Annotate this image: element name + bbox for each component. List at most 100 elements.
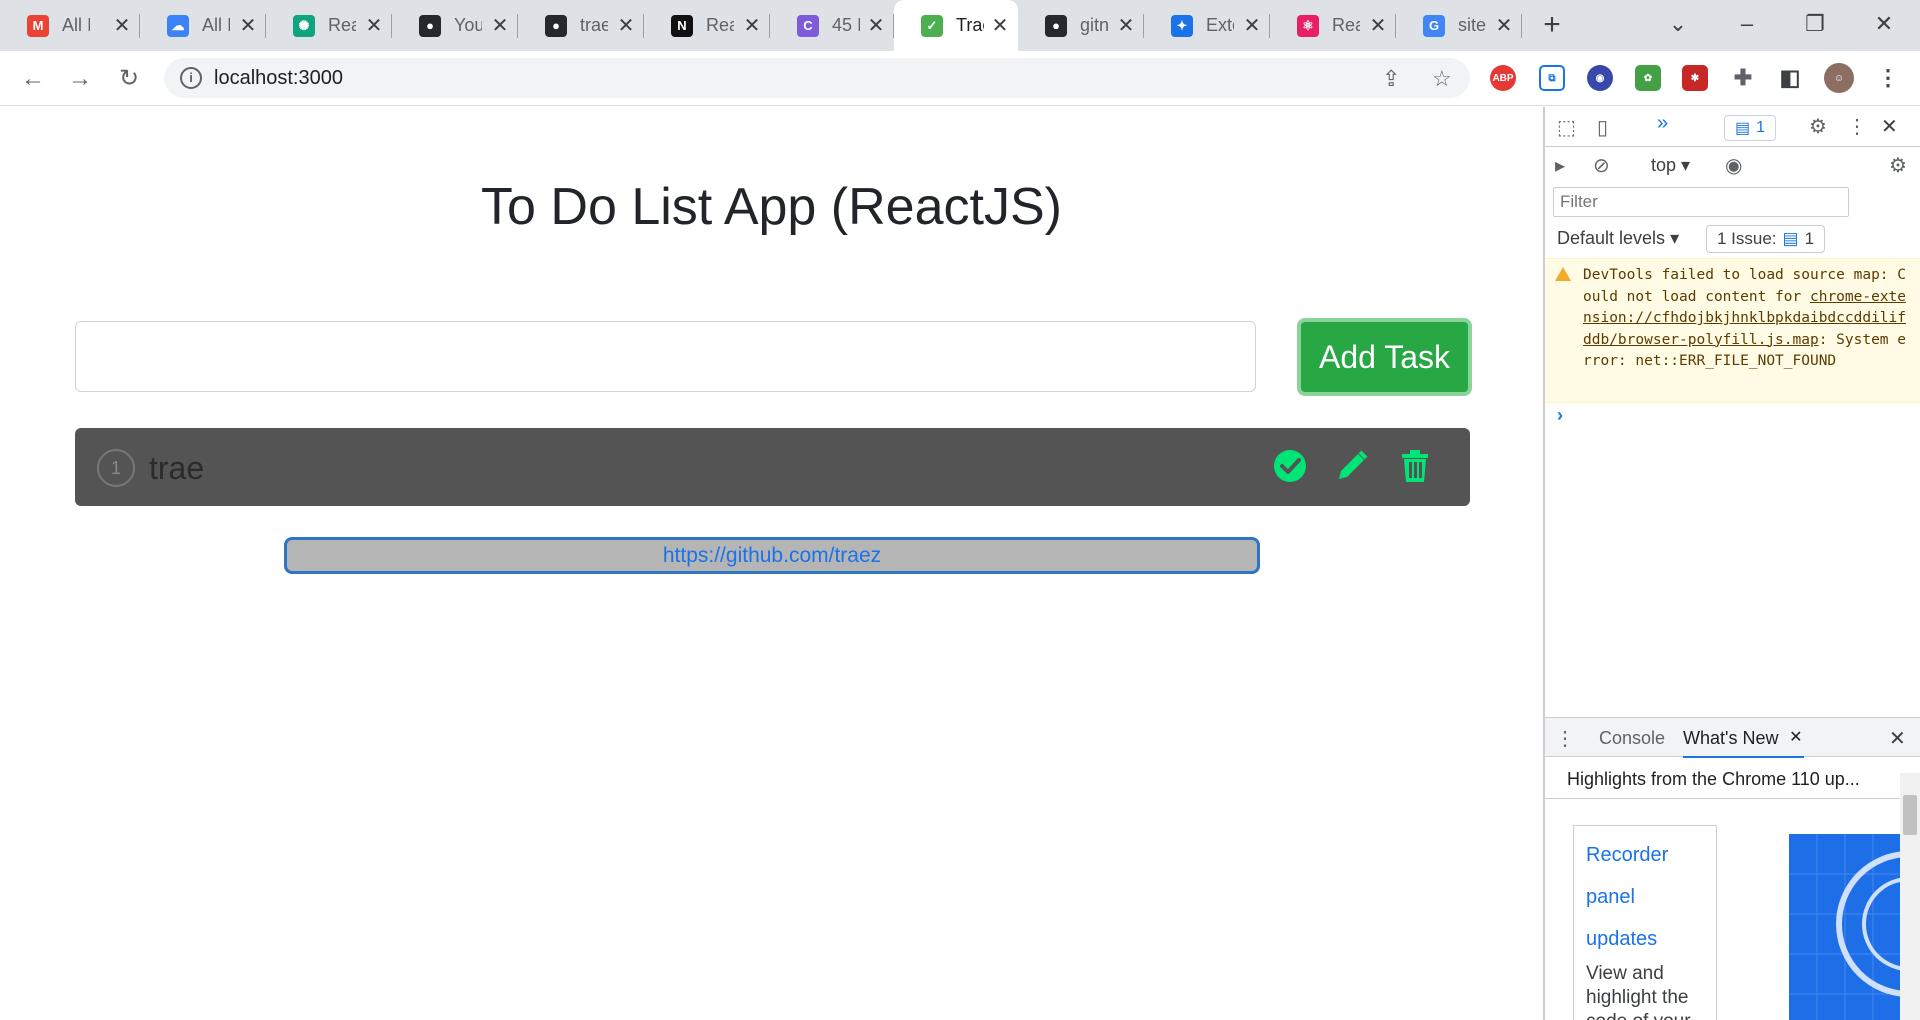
log-levels-dropdown[interactable]: Default levels ▾ (1557, 228, 1679, 249)
task-input[interactable] (75, 321, 1256, 392)
tab-search-icon[interactable]: ⌄ (1658, 6, 1698, 42)
browser-tab-label: Trac (956, 15, 984, 35)
share-icon[interactable]: ⇪ (1382, 66, 1400, 92)
add-task-button[interactable]: Add Task (1297, 318, 1472, 396)
drawer-menu-icon[interactable]: ⋮ (1555, 726, 1575, 751)
cloud-icon: ☁ (167, 14, 189, 37)
forward-icon[interactable]: → (63, 62, 97, 96)
close-tab-icon[interactable]: ✕ (1789, 718, 1802, 758)
reload-icon[interactable]: ↻ (112, 62, 146, 96)
settings-gear-icon[interactable]: ⚙ (1809, 114, 1827, 139)
browser-tab[interactable]: Gsite ✕ (1396, 0, 1522, 51)
console-filter-input[interactable] (1553, 187, 1849, 217)
console-warning-message: DevTools failed to load source map: Coul… (1545, 258, 1920, 403)
browser-tab-label: site (1458, 15, 1486, 35)
browser-tab[interactable]: ✓ Trac ✕ (894, 0, 1018, 51)
close-tab-icon[interactable]: ✕ (1368, 13, 1388, 38)
delete-trash-icon[interactable] (1397, 448, 1433, 484)
new-tab-button[interactable]: + (1534, 8, 1570, 44)
whats-new-scrollbar[interactable] (1900, 773, 1920, 1020)
url-text[interactable]: localhost:3000 (214, 67, 343, 90)
browser-tab[interactable]: ● You ✕ (392, 0, 518, 51)
close-tab-icon[interactable]: ✕ (1116, 13, 1136, 38)
devtools-menu-icon[interactable]: ⋮ (1847, 114, 1867, 139)
restore-button[interactable]: ❐ (1795, 6, 1835, 42)
feature-link-recorder[interactable]: Recorder (1586, 834, 1704, 876)
close-window-button[interactable]: ✕ (1864, 6, 1904, 42)
close-devtools-icon[interactable]: ✕ (1881, 114, 1898, 139)
tab-strip: M All I ✕ ☁ All I ✕ ✺ Rea ✕ ● You ✕ ● trae ✕ N Rea ✕ C 45 I… (0, 0, 1920, 51)
bookmark-star-icon[interactable]: ☆ (1432, 66, 1452, 92)
app-page: To Do List App (ReactJS) Add Task 1 trae… (0, 107, 1543, 1020)
live-expression-eye-icon[interactable]: ◉ (1725, 153, 1742, 178)
close-tab-icon[interactable]: ✕ (112, 13, 132, 38)
tab-separator (1521, 14, 1522, 38)
close-tab-icon[interactable]: ✕ (490, 13, 510, 38)
close-tab-icon[interactable]: ✕ (238, 13, 258, 38)
task-item: 1 trae (75, 428, 1470, 506)
browser-tab[interactable]: ● gitn ✕ (1018, 0, 1144, 51)
browser-tab-label: All I (202, 15, 230, 35)
devtools-main-toolbar: ⬚ ▯ » ▤ 1 ⚙ ⋮ ✕ (1545, 107, 1920, 147)
color-extension-icon[interactable]: ◉ (1587, 65, 1613, 91)
address-bar[interactable]: i localhost:3000 ⇪ ☆ (164, 58, 1470, 98)
inspect-element-icon[interactable]: ⬚ (1557, 115, 1576, 140)
minimize-button[interactable]: – (1727, 6, 1767, 42)
browser-tab[interactable]: C 45 I ✕ (770, 0, 894, 51)
message-icon: ▤ (1782, 229, 1799, 248)
browser-tab[interactable]: M All I ✕ (0, 0, 140, 51)
browser-tab[interactable]: N Rea ✕ (644, 0, 770, 51)
browser-tab[interactable]: ☁ All I ✕ (140, 0, 266, 51)
issue-count-label: 1 Issue: (1717, 229, 1777, 248)
profile-avatar[interactable]: ☺ (1824, 63, 1854, 93)
chrome-menu-icon[interactable]: ⋮ (1875, 65, 1901, 91)
issue-count-value: 1 (1804, 229, 1815, 248)
issues-badge[interactable]: ▤ 1 (1724, 115, 1776, 141)
warning-icon (1555, 267, 1571, 281)
sidebar-toggle-icon[interactable]: ▸ (1555, 153, 1565, 178)
edit-pencil-icon[interactable] (1334, 448, 1370, 484)
issue-count-button[interactable]: 1 Issue: ▤ 1 (1706, 225, 1826, 253)
console-prompt-icon[interactable]: › (1557, 405, 1563, 426)
site-info-icon[interactable]: i (180, 67, 202, 89)
adblock-extension-icon[interactable]: ABP (1490, 65, 1516, 91)
react-icon: ⚛ (1297, 14, 1319, 37)
close-tab-icon[interactable]: ✕ (364, 13, 384, 38)
close-tab-icon[interactable]: ✕ (1494, 13, 1514, 38)
back-icon[interactable]: ← (16, 62, 50, 96)
feature-link-panel[interactable]: panel (1586, 876, 1704, 918)
task-number-badge: 1 (97, 449, 135, 487)
green-extension-icon[interactable]: ✿ (1635, 65, 1661, 91)
browser-tab[interactable]: ● trae ✕ (518, 0, 644, 51)
context-value: top (1651, 155, 1677, 175)
close-tab-icon[interactable]: ✕ (616, 13, 636, 38)
feature-link-updates[interactable]: updates (1586, 918, 1704, 960)
extensions-puzzle-icon[interactable]: ✚ (1730, 65, 1756, 91)
red-extension-icon[interactable]: ✱ (1682, 65, 1708, 91)
console-settings-gear-icon[interactable]: ⚙ (1889, 153, 1907, 178)
tab-whats-new[interactable]: What's New ✕ (1683, 718, 1805, 758)
close-tab-icon[interactable]: ✕ (1242, 13, 1262, 38)
google-icon: G (1423, 14, 1445, 37)
screenshot-extension-icon[interactable]: ⧉ (1539, 65, 1565, 91)
browser-tab[interactable]: ✺ Rea ✕ (266, 0, 392, 51)
context-select[interactable]: top ▾ (1651, 155, 1690, 176)
browser-tab[interactable]: ⚛ Rea ✕ (1270, 0, 1396, 51)
tab-console[interactable]: Console (1599, 718, 1665, 758)
github-link[interactable]: https://github.com/traez (663, 544, 881, 567)
device-toolbar-icon[interactable]: ▯ (1597, 115, 1608, 140)
close-tab-icon[interactable]: ✕ (990, 13, 1010, 38)
scrollbar-thumb[interactable] (1903, 795, 1917, 835)
drawer-tabbar: ⋮ Console What's New ✕ ✕ (1545, 717, 1920, 758)
close-tab-icon[interactable]: ✕ (866, 13, 886, 38)
message-icon: ▤ (1734, 120, 1751, 137)
side-panel-icon[interactable]: ◧ (1777, 65, 1803, 91)
gmail-icon: M (27, 14, 49, 37)
complete-check-icon[interactable] (1272, 448, 1308, 484)
clear-console-icon[interactable]: ⊘ (1593, 153, 1610, 178)
more-tabs-icon[interactable]: » (1657, 112, 1668, 135)
feature-image (1789, 834, 1901, 1020)
close-tab-icon[interactable]: ✕ (742, 13, 762, 38)
browser-tab[interactable]: ✦ Exte ✕ (1144, 0, 1270, 51)
close-drawer-icon[interactable]: ✕ (1889, 726, 1906, 751)
